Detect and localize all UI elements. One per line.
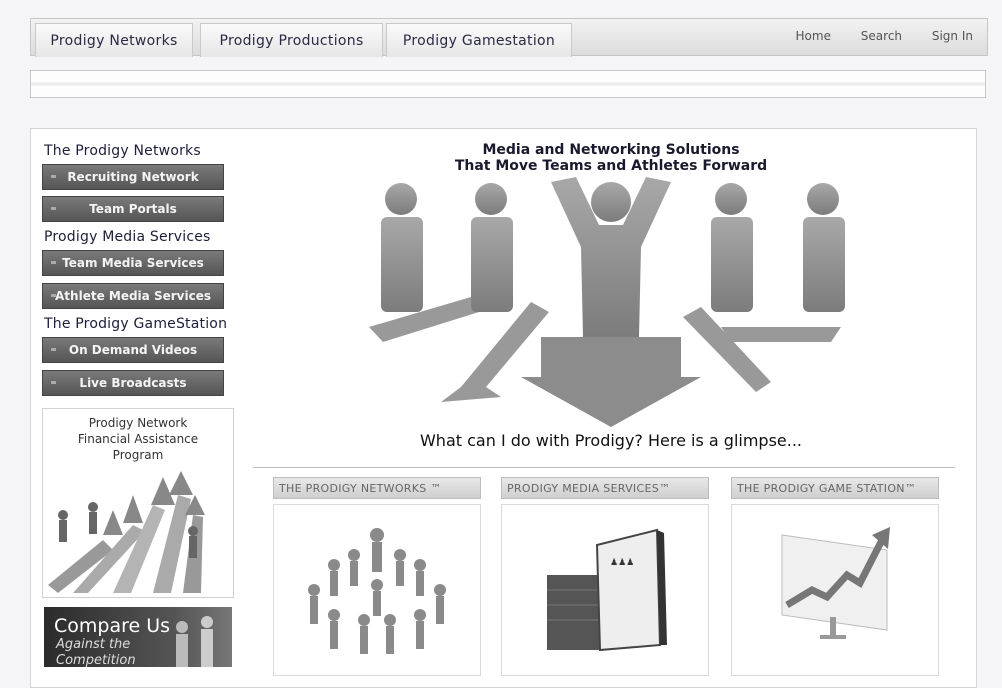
hero-tagline: What can I do with Prodigy? Here is a gl… <box>419 431 803 450</box>
athlete-media-services-button[interactable]: Athlete Media Services <box>42 283 224 309</box>
team-media-services-button[interactable]: Team Media Services <box>42 250 224 276</box>
bullet-icon <box>51 261 56 264</box>
financial-assistance-promo[interactable]: Prodigy Network Financial Assistance Pro… <box>42 408 234 598</box>
compare-us-title: Compare Us <box>54 615 171 637</box>
crowd-illustration <box>308 528 446 654</box>
main-content: The Prodigy Networks Recruiting Network … <box>30 128 977 688</box>
live-broadcasts-button[interactable]: Live Broadcasts <box>42 370 224 396</box>
svg-text:♟♟♟: ♟♟♟ <box>610 558 634 568</box>
divider <box>253 467 955 468</box>
networks-card-image <box>273 504 481 676</box>
sub-navigation-bar <box>30 70 986 98</box>
game-station-card[interactable]: THE PRODIGY GAME STATION™ <box>731 477 939 677</box>
compare-us-line-2: Against the <box>56 637 131 652</box>
bullet-icon <box>51 207 56 210</box>
promo-line-3: Program <box>112 448 164 462</box>
top-links: Home Search Sign In <box>770 29 973 43</box>
bullet-icon <box>51 381 56 384</box>
sign-in-link[interactable]: Sign In <box>932 29 973 43</box>
section-heading-networks: The Prodigy Networks <box>44 143 201 159</box>
bullet-icon <box>51 294 56 297</box>
media-services-card-image: ♟♟♟ <box>501 504 709 676</box>
tab-prodigy-networks[interactable]: Prodigy Networks <box>35 23 193 57</box>
media-box-illustration: ♟♟♟ <box>547 528 667 652</box>
home-link[interactable]: Home <box>796 29 831 43</box>
bullet-icon <box>51 175 56 178</box>
compare-us-line-3: Competition <box>56 653 136 667</box>
team-portals-button[interactable]: Team Portals <box>42 196 224 222</box>
media-services-card-title[interactable]: PRODIGY MEDIA SERVICES™ <box>501 477 709 499</box>
hero-headline-line-1: Media and Networking Solutions <box>482 142 740 158</box>
tab-prodigy-productions[interactable]: Prodigy Productions <box>200 23 383 57</box>
on-demand-videos-button[interactable]: On Demand Videos <box>42 337 224 363</box>
networks-card[interactable]: THE PRODIGY NETWORKS ™ <box>273 477 481 677</box>
hero-illustration <box>369 177 845 427</box>
recruiting-network-button[interactable]: Recruiting Network <box>42 164 224 190</box>
promo-line-1: Prodigy Network <box>88 416 188 430</box>
section-heading-media-services: Prodigy Media Services <box>44 229 211 245</box>
bullet-icon <box>51 348 56 351</box>
hero-headline-line-2: That Move Teams and Athletes Forward <box>454 158 768 174</box>
top-tab-bar: Prodigy Networks Prodigy Productions Pro… <box>30 18 988 57</box>
game-station-card-title[interactable]: THE PRODIGY GAME STATION™ <box>731 477 939 499</box>
growth-chart-illustration <box>781 527 890 639</box>
section-heading-gamestation: The Prodigy GameStation <box>44 316 228 332</box>
media-services-card[interactable]: PRODIGY MEDIA SERVICES™ ♟♟♟ <box>501 477 709 677</box>
tab-prodigy-gamestation[interactable]: Prodigy Gamestation <box>386 23 572 57</box>
financial-assistance-text: Prodigy Network Financial Assistance Pro… <box>43 415 233 463</box>
figures-silhouette <box>176 616 213 667</box>
game-station-card-image <box>731 504 939 676</box>
search-link[interactable]: Search <box>861 29 902 43</box>
promo-line-2: Financial Assistance <box>77 432 199 446</box>
rising-arrows-illustration <box>48 471 205 593</box>
networks-card-title[interactable]: THE PRODIGY NETWORKS ™ <box>273 477 481 499</box>
compare-us-promo[interactable]: Compare Us Against the Competition <box>44 607 232 667</box>
